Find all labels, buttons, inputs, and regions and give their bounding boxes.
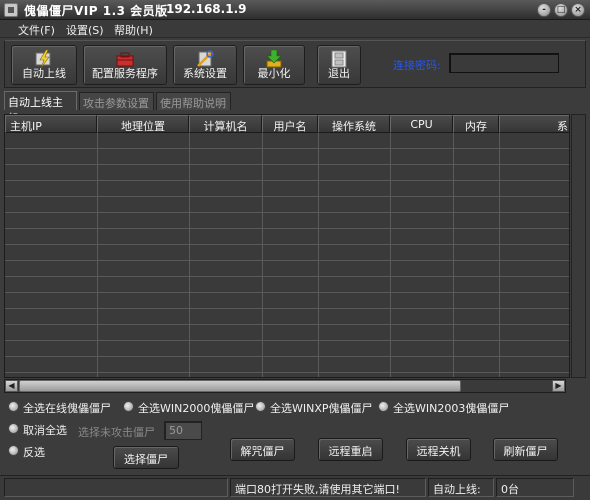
radio-circle-icon[interactable] — [8, 423, 19, 434]
radio-label: 全选WINXP傀儡僵尸 — [270, 402, 373, 415]
minimize-label: 最小化 — [257, 67, 291, 80]
column-header-computer-name[interactable]: 计算机名 — [189, 115, 262, 133]
status-bar: 端口80打开失败,请使用其它端口! 自动上线: 0台 — [0, 475, 590, 500]
column-header-location[interactable]: 地理位置 — [97, 115, 189, 133]
configure-server-button[interactable]: 配置服务程序 — [83, 45, 167, 85]
radio-label: 全选在线傀儡僵尸 — [23, 402, 111, 415]
radio-label: 取消全选 — [23, 424, 67, 437]
column-header-os[interactable]: 操作系统 — [318, 115, 390, 133]
tab-attack-params[interactable]: 攻击参数设置 — [79, 92, 154, 110]
remote-shutdown-button[interactable]: 远程关机 — [406, 438, 471, 461]
system-settings-label: 系统设置 — [183, 67, 227, 80]
password-label: 连接密码: — [393, 59, 441, 72]
host-table[interactable]: 主机IP 地理位置 计算机名 用户名 操作系统 CPU 内存 系 — [4, 114, 570, 378]
column-header-host-ip[interactable]: 主机IP — [5, 115, 97, 133]
minimize-window-button[interactable]: - — [537, 3, 551, 17]
status-auto-online-label: 自动上线: — [428, 478, 494, 497]
status-message: 端口80打开失败,请使用其它端口! — [230, 478, 426, 497]
radio-circle-icon[interactable] — [8, 401, 19, 412]
column-header-more[interactable]: 系 — [499, 115, 569, 133]
window-ip: 192.168.1.9 — [166, 2, 247, 16]
tab-strip: 自动上线主机 攻击参数设置 使用帮助说明 — [4, 91, 586, 125]
system-settings-button[interactable]: 系统设置 — [173, 45, 237, 85]
column-divider — [189, 133, 190, 377]
scroll-right-arrow-icon[interactable]: ▶ — [552, 380, 565, 392]
exit-label: 退出 — [328, 67, 350, 80]
column-divider — [262, 133, 263, 377]
column-divider — [453, 133, 454, 377]
toolbar: 自动上线 配置服务程序 系统设置 最小化 退出 连接密码: — [4, 40, 586, 88]
refresh-zombie-button[interactable]: 刷新僵尸 — [493, 438, 558, 461]
remote-restart-button[interactable]: 远程重启 — [318, 438, 383, 461]
column-divider — [499, 133, 500, 377]
auto-online-button[interactable]: 自动上线 — [11, 45, 77, 85]
radio-label: 反选 — [23, 446, 45, 459]
window-title: 傀儡僵尸VIP 1.3 会员版 — [24, 4, 168, 18]
table-body — [5, 133, 569, 377]
maximize-window-button[interactable]: □ — [554, 3, 568, 17]
column-header-cpu[interactable]: CPU — [390, 115, 453, 133]
menu-bar: 文件(F) 设置(S) 帮助(H) — [0, 20, 590, 38]
tab-usage-help[interactable]: 使用帮助说明 — [156, 92, 231, 110]
scroll-left-arrow-icon[interactable]: ◀ — [5, 380, 18, 392]
menu-file[interactable]: 文件(F) — [18, 22, 55, 38]
close-window-button[interactable]: × — [571, 3, 585, 17]
app-icon — [4, 3, 18, 17]
radio-circle-icon[interactable] — [255, 401, 266, 412]
radio-circle-icon[interactable] — [123, 401, 134, 412]
password-input[interactable] — [449, 53, 559, 73]
tab-auto-online-hosts[interactable]: 自动上线主机 — [4, 91, 77, 125]
menu-settings[interactable]: 设置(S) — [66, 22, 104, 38]
unattacked-count-input[interactable]: 50 — [164, 421, 202, 440]
column-header-username[interactable]: 用户名 — [262, 115, 318, 133]
horizontal-scrollbar[interactable]: ◀ ▶ — [4, 379, 566, 393]
select-unattacked-label: 选择未攻击僵尸 — [78, 426, 155, 439]
vertical-scrollbar[interactable] — [571, 114, 586, 378]
scrollbar-thumb[interactable] — [19, 380, 461, 392]
status-panel-empty — [4, 478, 228, 497]
radio-label: 全选WIN2000傀儡僵尸 — [138, 402, 255, 415]
exit-button[interactable]: 退出 — [317, 45, 361, 85]
menu-help[interactable]: 帮助(H) — [114, 22, 153, 38]
title-bar[interactable]: 傀儡僵尸VIP 1.3 会员版 192.168.1.9 - □ × — [0, 0, 590, 20]
radio-circle-icon[interactable] — [378, 401, 389, 412]
column-divider — [318, 133, 319, 377]
column-divider — [97, 133, 98, 377]
radio-label: 全选WIN2003傀儡僵尸 — [393, 402, 510, 415]
column-divider — [390, 133, 391, 377]
status-online-count: 0台 — [496, 478, 574, 497]
select-zombie-button[interactable]: 选择僵尸 — [113, 446, 179, 469]
configure-server-label: 配置服务程序 — [92, 67, 158, 80]
table-header: 主机IP 地理位置 计算机名 用户名 操作系统 CPU 内存 系 — [5, 115, 569, 133]
uninstall-zombie-button[interactable]: 解咒僵尸 — [230, 438, 295, 461]
auto-online-label: 自动上线 — [22, 67, 66, 80]
radio-circle-icon[interactable] — [8, 445, 19, 456]
minimize-button[interactable]: 最小化 — [243, 45, 305, 85]
column-header-memory[interactable]: 内存 — [453, 115, 499, 133]
